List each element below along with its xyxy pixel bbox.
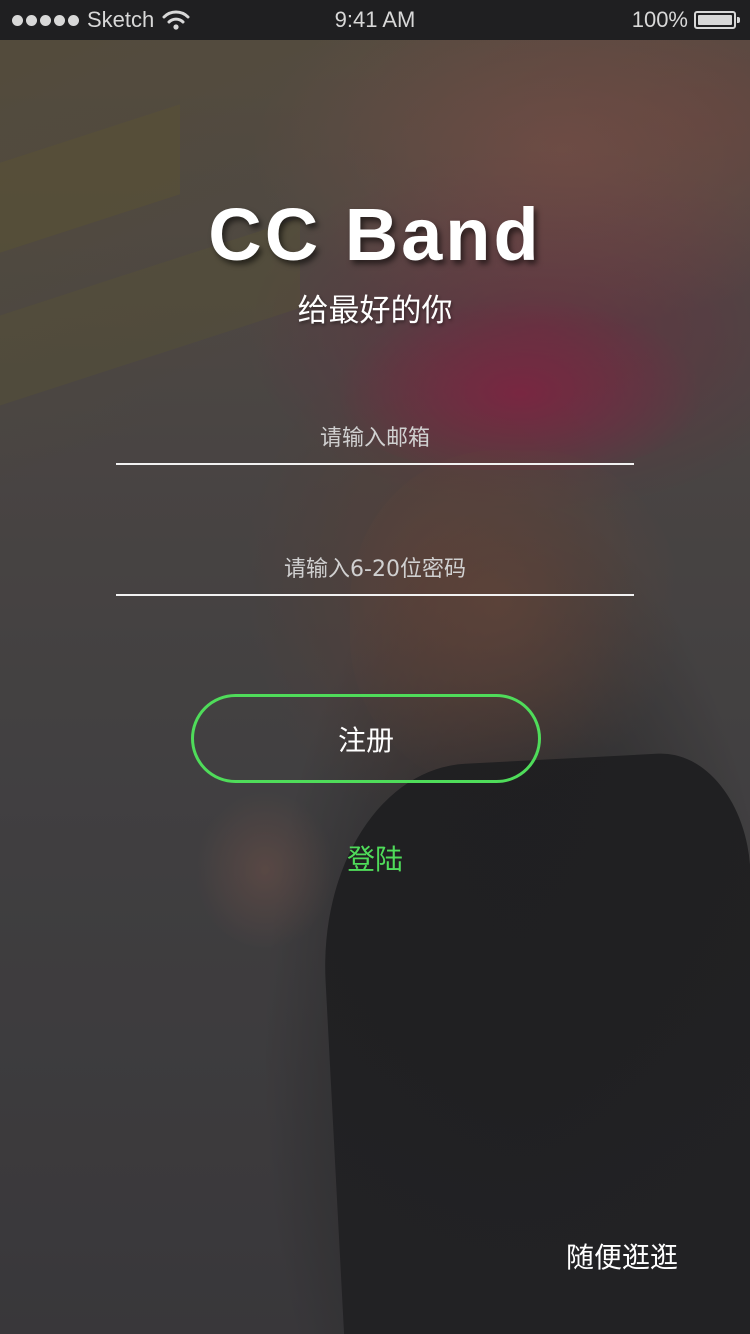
password-field-container	[116, 544, 634, 596]
email-field-container	[116, 413, 634, 465]
status-bar-right: 100%	[631, 7, 740, 33]
register-button-label: 注册	[337, 723, 394, 757]
app-subtitle: 给最好的你	[297, 293, 453, 329]
browse-as-guest-link[interactable]: 随便逛逛	[566, 1236, 678, 1276]
password-input[interactable]	[116, 544, 634, 594]
status-bar: Sketch 9:41 AM 100%	[0, 0, 750, 40]
login-screen: Sketch 9:41 AM 100% CC Band 给最好的你 注册 登陆 …	[0, 0, 750, 1334]
login-link[interactable]: 登陆	[0, 838, 750, 878]
battery-percent: 100%	[631, 7, 688, 32]
register-button[interactable]: 注册	[191, 694, 541, 783]
app-title: CC Band	[208, 193, 542, 276]
battery-icon	[694, 11, 740, 29]
email-input[interactable]	[116, 413, 634, 463]
